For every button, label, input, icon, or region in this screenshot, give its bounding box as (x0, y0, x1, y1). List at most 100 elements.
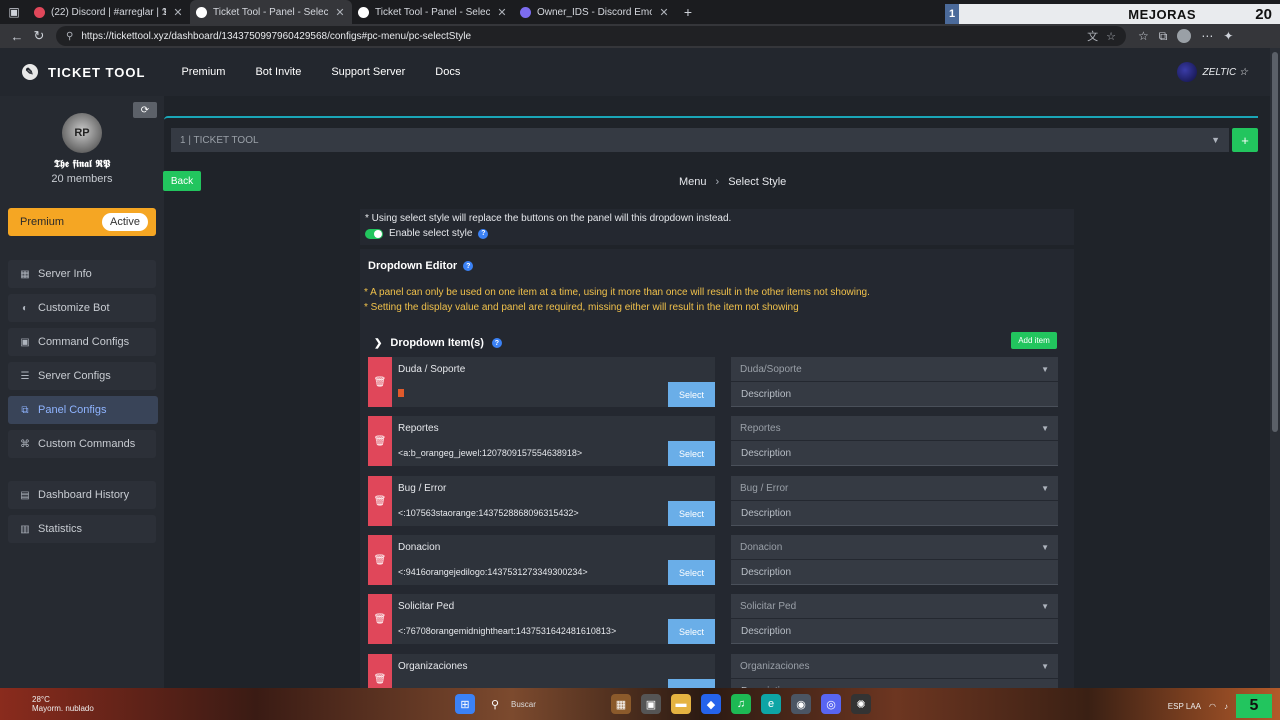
sidebar-item-dashboard-history[interactable]: ▤ Dashboard History (8, 481, 156, 509)
select-emoji-button[interactable]: Select (668, 441, 715, 466)
select-emoji-button[interactable]: Select (668, 619, 715, 644)
close-tab-icon[interactable]: ✕ (658, 6, 670, 19)
windows-start-icon[interactable]: ⊞ (455, 694, 475, 714)
help-icon[interactable]: ? (491, 338, 502, 348)
back-arrow-icon[interactable]: ← (6, 29, 28, 44)
nav-support-server[interactable]: Support Server (331, 66, 405, 78)
nav-premium[interactable]: Premium (181, 66, 225, 78)
spotify-icon[interactable]: ♫ (731, 694, 751, 714)
panel-dropdown[interactable]: Solicitar Ped ▼ (731, 594, 1058, 618)
nav-bot-invite[interactable]: Bot Invite (255, 66, 301, 78)
wifi-icon[interactable]: ◠ (1209, 702, 1216, 711)
browser-tab[interactable]: (22) Discord | #arreglar | 𝕿𝖍𝖊 𝖋𝖎𝖓𝖆 ✕ (28, 0, 190, 24)
add-panel-button[interactable]: + (1232, 128, 1258, 152)
taskbar-search[interactable]: Buscar (511, 700, 601, 709)
collections-icon[interactable]: ⧉ (1159, 29, 1168, 44)
sidebar-item-customize-bot[interactable]: ◐ Customize Bot (8, 294, 156, 322)
search-icon[interactable]: ⚲ (485, 694, 505, 714)
item-label-field[interactable]: Reportes (392, 416, 715, 441)
sidebar-item-command-configs[interactable]: ▣ Command Configs (8, 328, 156, 356)
panel-dropdown[interactable]: Reportes ▼ (731, 416, 1058, 440)
nav-docs[interactable]: Docs (435, 66, 460, 78)
delete-item-button[interactable]: 🗑 (368, 535, 392, 585)
item-emoji-field[interactable]: <:9416orangejedilogo:1437531273349300234… (392, 560, 668, 585)
refresh-button[interactable]: ⟳ (133, 102, 157, 118)
sidebar-item-server-info[interactable]: ▦ Server Info (8, 260, 156, 288)
translate-icon[interactable]: 文 (1087, 28, 1098, 44)
item-label-field[interactable]: Bug / Error (392, 476, 715, 501)
bookmark-star-icon[interactable]: ☆ (1106, 30, 1116, 43)
item-label-field[interactable]: Organizaciones (392, 654, 715, 679)
new-tab-icon[interactable]: + (676, 4, 700, 20)
panel-selector[interactable]: 1 | TICKET TOOL ▼ (171, 128, 1229, 152)
editor-title: Dropdown Editor ? (368, 260, 474, 272)
site-logo[interactable]: ✎ TICKET TOOL (22, 64, 145, 80)
more-menu-icon[interactable]: ⋯ (1201, 29, 1213, 43)
browser-tab[interactable]: Owner_IDS - Discord Emoji ✕ (514, 0, 676, 24)
premium-status[interactable]: Premium Active (8, 208, 156, 236)
page-scrollbar[interactable] (1270, 48, 1280, 688)
discord-taskbar-icon[interactable]: ◎ (821, 694, 841, 714)
item-label-field[interactable]: Donacion (392, 535, 715, 560)
add-item-button[interactable]: Add item (1011, 332, 1057, 349)
user-menu[interactable]: ZELTIC ☆ (1176, 62, 1248, 82)
delete-item-button[interactable]: 🗑 (368, 476, 392, 526)
profile-avatar[interactable] (1177, 29, 1192, 43)
description-field[interactable]: Description (731, 382, 1058, 407)
sidebar-item-custom-commands[interactable]: ⌘ Custom Commands (8, 430, 156, 458)
sidebar-item-panel-configs[interactable]: ⧉ Panel Configs (8, 396, 158, 424)
url-field[interactable]: ⚲ https://tickettool.xyz/dashboard/13437… (56, 26, 1126, 46)
description-field[interactable]: Description (731, 441, 1058, 466)
favorites-icon[interactable]: ☆ (1138, 29, 1149, 43)
file-explorer-icon[interactable]: ▬ (671, 694, 691, 714)
widgets-icon[interactable]: ▦ (611, 694, 631, 714)
delete-item-button[interactable]: 🗑 (368, 416, 392, 466)
discord-emoji-icon (520, 6, 531, 18)
item-emoji-field[interactable]: <a:b_orangeg_jewel:1207809157554638918> (392, 441, 668, 466)
task-view-icon[interactable]: ▣ (641, 694, 661, 714)
panel-dropdown[interactable]: Organizaciones ▼ (731, 654, 1058, 678)
panel-dropdown[interactable]: Duda/Soporte ▼ (731, 357, 1058, 381)
description-field[interactable]: Description (731, 619, 1058, 644)
select-emoji-button[interactable]: Select (668, 501, 715, 526)
breadcrumb-menu[interactable]: Menu (679, 176, 707, 188)
description-field[interactable]: Description (731, 560, 1058, 585)
item-emoji-field[interactable]: <:76708orangemidnightheart:1437531642481… (392, 619, 668, 644)
panel-dropdown[interactable]: Donacion ▼ (731, 535, 1058, 559)
item-label-field[interactable]: Duda / Soporte (392, 357, 715, 382)
scrollbar-thumb[interactable] (1272, 52, 1278, 432)
item-emoji-field[interactable]: <:107563staorange:1437528868096315432> (392, 501, 668, 526)
browser-tab[interactable]: Ticket Tool - Panel - Select Style ✕ (352, 0, 514, 24)
edge-icon[interactable]: e (761, 694, 781, 714)
close-tab-icon[interactable]: ✕ (496, 6, 508, 19)
volume-icon[interactable]: ♪ (1224, 702, 1228, 711)
close-tab-icon[interactable]: ✕ (334, 6, 346, 19)
panel-dropdown[interactable]: Bug / Error ▼ (731, 476, 1058, 500)
delete-item-button[interactable]: 🗑 (368, 594, 392, 644)
window-menu-icon[interactable]: ▣ (0, 0, 28, 24)
copilot-icon[interactable]: ✦ (1223, 29, 1233, 43)
enable-select-style-toggle[interactable] (365, 228, 383, 239)
help-icon[interactable]: ? (463, 261, 474, 271)
sidebar-item-server-configs[interactable]: ☰ Server Configs (8, 362, 156, 390)
site-info-icon[interactable]: ⚲ (66, 31, 73, 42)
app-icon[interactable]: ✺ (851, 694, 871, 714)
back-button[interactable]: Back (163, 171, 201, 191)
item-label-field[interactable]: Solicitar Ped (392, 594, 715, 619)
sidebar-item-statistics[interactable]: ▥ Statistics (8, 515, 156, 543)
delete-item-button[interactable]: 🗑 (368, 357, 392, 407)
dropdown-items-header[interactable]: ❯ Dropdown Item(s) ? (374, 337, 502, 349)
close-tab-icon[interactable]: ✕ (172, 6, 184, 19)
item-emoji-field[interactable] (392, 382, 668, 407)
help-icon[interactable]: ? (478, 228, 489, 239)
reload-icon[interactable]: ↻ (28, 28, 50, 44)
language-indicator[interactable]: ESP LAA (1168, 702, 1201, 711)
store-icon[interactable]: ◆ (701, 694, 721, 714)
notification-badge[interactable]: 5 (1236, 694, 1272, 718)
description-field[interactable]: Description (731, 501, 1058, 526)
weather-widget[interactable]: 28°C Mayorm. nublado (32, 695, 94, 713)
select-emoji-button[interactable]: Select (668, 560, 715, 585)
chrome-icon[interactable]: ◉ (791, 694, 811, 714)
browser-tab-active[interactable]: Ticket Tool - Panel - Select Style ✕ (190, 0, 352, 24)
select-emoji-button[interactable]: Select (668, 382, 715, 407)
